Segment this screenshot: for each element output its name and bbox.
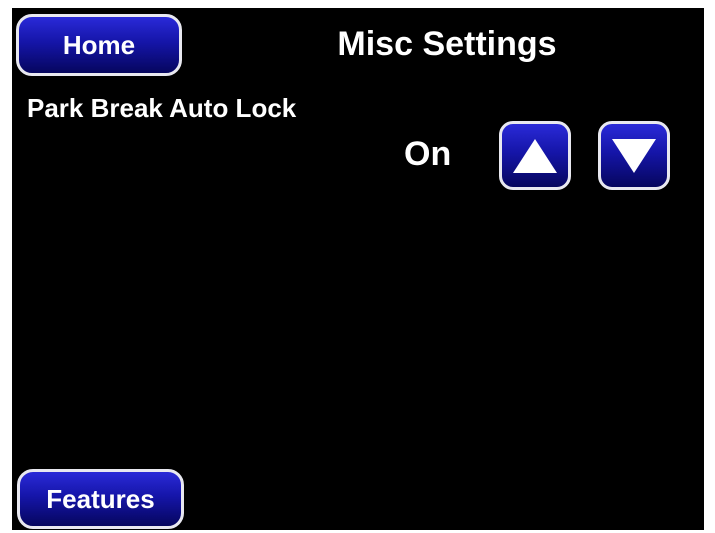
- triangle-up-icon: [513, 138, 557, 173]
- park-brake-auto-lock-label: Park Break Auto Lock: [27, 93, 297, 123]
- park-brake-auto-lock-value: On: [404, 135, 452, 173]
- increase-setting-button[interactable]: [499, 121, 571, 190]
- features-button[interactable]: Features: [17, 469, 184, 529]
- page-title: Misc Settings: [337, 25, 557, 63]
- settings-screen: Home Misc Settings Park Break Auto Lock …: [12, 8, 704, 530]
- home-button[interactable]: Home: [16, 14, 182, 76]
- triangle-down-icon: [612, 138, 656, 173]
- decrease-setting-button[interactable]: [598, 121, 670, 190]
